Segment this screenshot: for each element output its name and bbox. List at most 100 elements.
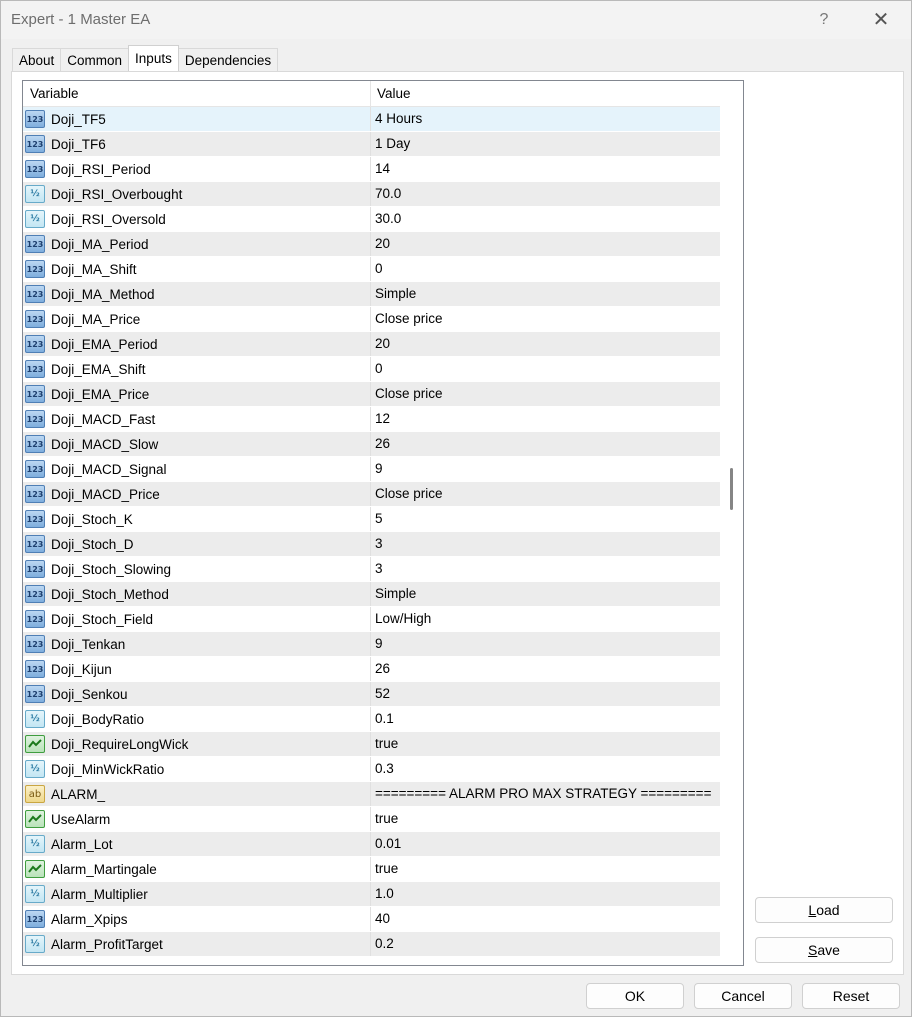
table-row[interactable]: 123 Doji_TF6 1 Day bbox=[23, 132, 720, 157]
cancel-button[interactable]: Cancel bbox=[694, 983, 792, 1009]
variable-cell[interactable]: 123 Doji_Stoch_Field bbox=[23, 607, 371, 631]
value-cell[interactable]: 20 bbox=[371, 232, 720, 256]
table-row[interactable]: 123 Doji_EMA_Shift 0 bbox=[23, 357, 720, 382]
table-row[interactable]: 123 Doji_MACD_Signal 9 bbox=[23, 457, 720, 482]
tab-inputs[interactable]: Inputs bbox=[128, 45, 179, 71]
value-cell[interactable]: 40 bbox=[371, 907, 720, 931]
table-row[interactable]: ½ Alarm_Lot 0.01 bbox=[23, 832, 720, 857]
value-cell[interactable]: true bbox=[371, 807, 720, 831]
table-row[interactable]: 123 Doji_Tenkan 9 bbox=[23, 632, 720, 657]
variable-cell[interactable]: 123 Doji_Stoch_Method bbox=[23, 582, 371, 606]
table-row[interactable]: ½ Doji_RSI_Oversold 30.0 bbox=[23, 207, 720, 232]
variable-cell[interactable]: 123 Doji_Senkou bbox=[23, 682, 371, 706]
table-row[interactable]: ½ Doji_RSI_Overbought 70.0 bbox=[23, 182, 720, 207]
table-row[interactable]: 123 Doji_Senkou 52 bbox=[23, 682, 720, 707]
value-cell[interactable]: 9 bbox=[371, 457, 720, 481]
variable-cell[interactable]: 123 Doji_EMA_Shift bbox=[23, 357, 371, 381]
value-cell[interactable]: 3 bbox=[371, 557, 720, 581]
table-row[interactable]: 123 Doji_Kijun 26 bbox=[23, 657, 720, 682]
value-cell[interactable]: 3 bbox=[371, 532, 720, 556]
value-cell[interactable]: true bbox=[371, 857, 720, 881]
table-row[interactable]: ½ Alarm_Multiplier 1.0 bbox=[23, 882, 720, 907]
table-row[interactable]: 123 Doji_TF5 4 Hours bbox=[23, 107, 720, 132]
variable-cell[interactable]: ½ Alarm_Multiplier bbox=[23, 882, 371, 906]
value-cell[interactable]: Low/High bbox=[371, 607, 720, 631]
value-cell[interactable]: 12 bbox=[371, 407, 720, 431]
table-row[interactable]: Alarm_Martingale true bbox=[23, 857, 720, 882]
table-row[interactable]: 123 Doji_RSI_Period 14 bbox=[23, 157, 720, 182]
variable-cell[interactable]: ½ Doji_RSI_Overbought bbox=[23, 182, 371, 206]
value-cell[interactable]: 52 bbox=[371, 682, 720, 706]
table-row[interactable]: 123 Doji_Stoch_K 5 bbox=[23, 507, 720, 532]
value-cell[interactable]: 4 Hours bbox=[371, 107, 720, 131]
variable-cell[interactable]: 123 Doji_MA_Shift bbox=[23, 257, 371, 281]
value-cell[interactable]: 9 bbox=[371, 632, 720, 656]
column-header-value[interactable]: Value bbox=[371, 81, 720, 106]
value-cell[interactable]: Close price bbox=[371, 307, 720, 331]
value-cell[interactable]: 0.01 bbox=[371, 832, 720, 856]
variable-cell[interactable]: Doji_RequireLongWick bbox=[23, 732, 371, 756]
table-row[interactable]: 123 Doji_Stoch_Field Low/High bbox=[23, 607, 720, 632]
value-cell[interactable]: 14 bbox=[371, 157, 720, 181]
table-row[interactable]: 123 Doji_EMA_Period 20 bbox=[23, 332, 720, 357]
vertical-scrollbar[interactable] bbox=[720, 81, 743, 965]
variable-cell[interactable]: 123 Doji_MACD_Signal bbox=[23, 457, 371, 481]
value-cell[interactable]: ========= ALARM PRO MAX STRATEGY =======… bbox=[371, 782, 720, 806]
table-row[interactable]: 123 Doji_MACD_Price Close price bbox=[23, 482, 720, 507]
value-cell[interactable]: 0.3 bbox=[371, 757, 720, 781]
variable-cell[interactable]: 123 Doji_MACD_Fast bbox=[23, 407, 371, 431]
variable-cell[interactable]: 123 Doji_Kijun bbox=[23, 657, 371, 681]
column-header-variable[interactable]: Variable bbox=[23, 81, 371, 106]
value-cell[interactable]: 30.0 bbox=[371, 207, 720, 231]
value-cell[interactable]: 5 bbox=[371, 507, 720, 531]
table-row[interactable]: 123 Doji_MACD_Slow 26 bbox=[23, 432, 720, 457]
scrollbar-thumb[interactable] bbox=[730, 468, 733, 510]
value-cell[interactable]: Close price bbox=[371, 482, 720, 506]
variable-cell[interactable]: 123 Doji_MACD_Price bbox=[23, 482, 371, 506]
variable-cell[interactable]: 123 Doji_MA_Method bbox=[23, 282, 371, 306]
value-cell[interactable]: Simple bbox=[371, 282, 720, 306]
table-row[interactable]: ½ Doji_BodyRatio 0.1 bbox=[23, 707, 720, 732]
value-cell[interactable]: 0.2 bbox=[371, 932, 720, 956]
reset-button[interactable]: Reset bbox=[802, 983, 900, 1009]
value-cell[interactable]: 1.0 bbox=[371, 882, 720, 906]
variable-cell[interactable]: 123 Doji_MA_Price bbox=[23, 307, 371, 331]
table-row[interactable]: ½ Doji_MinWickRatio 0.3 bbox=[23, 757, 720, 782]
table-row[interactable]: 123 Doji_MA_Method Simple bbox=[23, 282, 720, 307]
variable-cell[interactable]: 123 Doji_RSI_Period bbox=[23, 157, 371, 181]
variable-cell[interactable]: ½ Doji_RSI_Oversold bbox=[23, 207, 371, 231]
variable-cell[interactable]: 123 Doji_Stoch_K bbox=[23, 507, 371, 531]
table-row[interactable]: 123 Doji_MACD_Fast 12 bbox=[23, 407, 720, 432]
save-button[interactable]: Save bbox=[755, 937, 893, 963]
value-cell[interactable]: Close price bbox=[371, 382, 720, 406]
table-row[interactable]: 123 Doji_Stoch_D 3 bbox=[23, 532, 720, 557]
table-row[interactable]: 123 Doji_MA_Shift 0 bbox=[23, 257, 720, 282]
variable-cell[interactable]: 123 Doji_TF5 bbox=[23, 107, 371, 131]
table-row[interactable]: Doji_RequireLongWick true bbox=[23, 732, 720, 757]
value-cell[interactable]: 0.1 bbox=[371, 707, 720, 731]
close-button[interactable]: ✕ bbox=[865, 5, 897, 35]
value-cell[interactable]: 20 bbox=[371, 332, 720, 356]
variable-cell[interactable]: 123 Doji_Tenkan bbox=[23, 632, 371, 656]
variable-cell[interactable]: ½ Alarm_ProfitTarget bbox=[23, 932, 371, 956]
variable-cell[interactable]: ½ Doji_BodyRatio bbox=[23, 707, 371, 731]
variable-cell[interactable]: 123 Doji_Stoch_D bbox=[23, 532, 371, 556]
value-cell[interactable]: 1 Day bbox=[371, 132, 720, 156]
tab-about[interactable]: About bbox=[12, 48, 62, 72]
value-cell[interactable]: 0 bbox=[371, 257, 720, 281]
help-button[interactable]: ? bbox=[811, 7, 837, 33]
value-cell[interactable]: 26 bbox=[371, 432, 720, 456]
title-bar[interactable]: Expert - 1 Master EA ? ✕ bbox=[1, 1, 911, 39]
value-cell[interactable]: true bbox=[371, 732, 720, 756]
value-cell[interactable]: 70.0 bbox=[371, 182, 720, 206]
value-cell[interactable]: 26 bbox=[371, 657, 720, 681]
table-row[interactable]: 123 Doji_Stoch_Method Simple bbox=[23, 582, 720, 607]
variable-cell[interactable]: 123 Doji_MA_Period bbox=[23, 232, 371, 256]
tab-dependencies[interactable]: Dependencies bbox=[177, 48, 279, 72]
variable-cell[interactable]: UseAlarm bbox=[23, 807, 371, 831]
table-row[interactable]: 123 Doji_MA_Period 20 bbox=[23, 232, 720, 257]
table-row[interactable]: UseAlarm true bbox=[23, 807, 720, 832]
table-row[interactable]: 123 Doji_Stoch_Slowing 3 bbox=[23, 557, 720, 582]
variable-cell[interactable]: 123 Alarm_Xpips bbox=[23, 907, 371, 931]
table-row[interactable]: ½ Alarm_ProfitTarget 0.2 bbox=[23, 932, 720, 957]
